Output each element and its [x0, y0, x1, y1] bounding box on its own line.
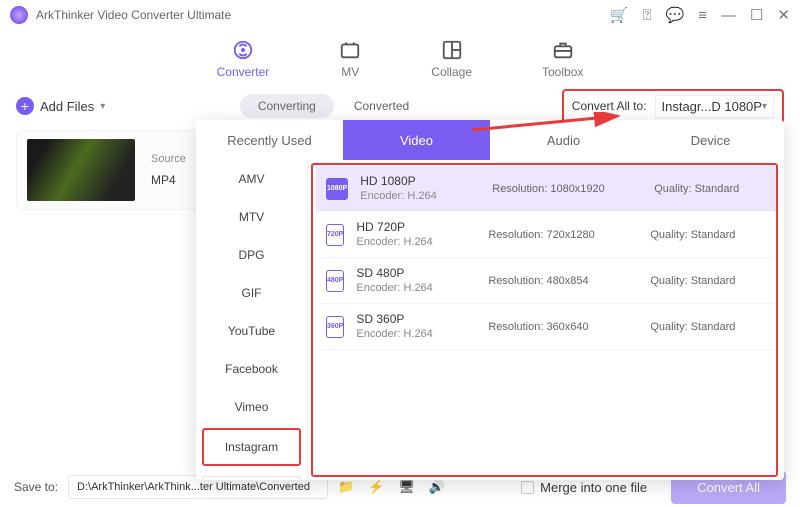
tab-toolbox[interactable]: Toolbox — [542, 39, 583, 79]
format-quality: Quality: Standard — [650, 229, 770, 241]
category-dpg[interactable]: DPG — [196, 236, 307, 274]
folder-icon[interactable]: 📁 — [338, 479, 354, 495]
chevron-down-icon: ▾ — [762, 101, 767, 112]
category-instagram[interactable]: Instagram — [202, 428, 301, 466]
format-text: HD 720PEncoder: H.264 — [356, 220, 476, 250]
checkbox-icon — [521, 481, 534, 494]
file-meta: Source MP4 — [151, 153, 186, 187]
category-gif[interactable]: GIF — [196, 274, 307, 312]
tab-collage-label: Collage — [431, 65, 472, 79]
category-mtv[interactable]: MTV — [196, 198, 307, 236]
format-icon: 360P — [326, 316, 344, 338]
tab-collage[interactable]: Collage — [431, 39, 472, 79]
tab-mv-label: MV — [341, 65, 359, 79]
bottom-mini-icons: 📁 ⚡ 🖥 🔊 — [338, 479, 445, 495]
minimize-icon[interactable]: — — [721, 8, 736, 23]
app-logo-icon — [10, 6, 28, 24]
convert-all-label: Convert All to: — [572, 99, 647, 113]
category-facebook[interactable]: Facebook — [196, 350, 307, 388]
tab-converter[interactable]: Converter — [217, 39, 270, 79]
title-bar: ArkThinker Video Converter Ultimate 🛒 ⍰ … — [0, 0, 800, 30]
format-resolution: Resolution: 720x1280 — [488, 229, 638, 241]
status-toggle: Converting Converted — [240, 94, 427, 118]
key-icon[interactable]: ⍰ — [643, 8, 652, 23]
category-amv[interactable]: AMV — [196, 160, 307, 198]
close-icon[interactable]: ✕ — [777, 8, 790, 23]
format-text: SD 480PEncoder: H.264 — [356, 266, 476, 296]
format-option[interactable]: 360P SD 360PEncoder: H.264 Resolution: 360… — [316, 304, 776, 350]
converted-pill[interactable]: Converted — [336, 94, 427, 118]
mv-icon — [339, 39, 361, 61]
converter-icon — [232, 39, 254, 61]
search-input[interactable]: Search — [202, 476, 301, 480]
format-resolution: Resolution: 480x854 — [488, 275, 638, 287]
thumbnail — [27, 139, 135, 201]
format-panel: 1080P HD 1080PEncoder: H.264 Resolution: 1… — [308, 160, 784, 480]
source-label: Source — [151, 153, 186, 165]
add-files-label: Add Files — [40, 99, 94, 114]
converting-pill[interactable]: Converting — [240, 94, 334, 118]
feedback-icon[interactable]: 💬 — [666, 8, 685, 23]
category-list[interactable]: AMVMTVDPGGIFYouTubeFacebookVimeoInstagra… — [196, 160, 308, 480]
format-option[interactable]: 1080P HD 1080PEncoder: H.264 Resolution: 1… — [316, 166, 776, 212]
format-option[interactable]: 480P SD 480PEncoder: H.264 Resolution: 480… — [316, 258, 776, 304]
format-quality: Quality: Standard — [654, 183, 774, 195]
plus-icon: + — [16, 97, 34, 115]
category-vimeo[interactable]: Vimeo — [196, 388, 307, 426]
gpu-icon[interactable]: 🖥 — [398, 479, 415, 495]
popup-tab-video[interactable]: Video — [343, 120, 490, 160]
format-text: SD 360PEncoder: H.264 — [356, 312, 476, 342]
popup-tab-device[interactable]: Device — [637, 120, 784, 160]
menu-icon[interactable]: ≡ — [698, 8, 707, 23]
add-files-button[interactable]: + Add Files ▾ — [16, 97, 105, 115]
main-tabs: Converter MV Collage Toolbox — [0, 30, 800, 88]
convert-all-value: Instagr...D 1080P ▾ — [655, 95, 774, 118]
source-value: MP4 — [151, 173, 186, 187]
tab-converter-label: Converter — [217, 65, 270, 79]
tab-mv[interactable]: MV — [339, 39, 361, 79]
format-popup: Recently Used Video Audio Device AMVMTVD… — [196, 120, 784, 480]
toolbox-icon — [552, 39, 574, 61]
merge-label: Merge into one file — [540, 480, 647, 495]
tab-toolbox-label: Toolbox — [542, 65, 583, 79]
chevron-down-icon: ▾ — [100, 101, 105, 112]
category-youtube[interactable]: YouTube — [196, 312, 307, 350]
cart-icon[interactable]: 🛒 — [610, 8, 629, 23]
toolbar: + Add Files ▾ Converting Converted Conve… — [0, 88, 800, 124]
format-option[interactable]: 720P HD 720PEncoder: H.264 Resolution: 720… — [316, 212, 776, 258]
format-resolution: Resolution: 1080x1920 — [492, 183, 642, 195]
format-quality: Quality: Standard — [650, 275, 770, 287]
convert-all-value-text: Instagr...D 1080P — [662, 99, 762, 114]
format-resolution: Resolution: 360x640 — [488, 321, 638, 333]
format-icon: 1080P — [326, 178, 348, 200]
popup-tab-audio[interactable]: Audio — [490, 120, 637, 160]
maximize-icon[interactable]: ☐ — [750, 8, 763, 23]
window-controls: 🛒 ⍰ 💬 ≡ — ☐ ✕ — [610, 8, 790, 23]
format-list: 1080P HD 1080PEncoder: H.264 Resolution: 1… — [316, 166, 776, 474]
format-icon: 720P — [326, 224, 344, 246]
format-icon: 480P — [326, 270, 344, 292]
save-to-label: Save to: — [14, 480, 58, 494]
convert-all-dropdown[interactable]: Convert All to: Instagr...D 1080P ▾ — [562, 89, 784, 124]
high-speed-icon[interactable]: ⚡ — [368, 479, 384, 495]
popup-tab-recent[interactable]: Recently Used — [196, 120, 343, 160]
app-title: ArkThinker Video Converter Ultimate — [36, 8, 610, 22]
format-quality: Quality: Standard — [650, 321, 770, 333]
popup-tabs: Recently Used Video Audio Device — [196, 120, 784, 160]
merge-checkbox[interactable]: Merge into one file — [521, 480, 647, 495]
collage-icon — [441, 39, 463, 61]
sound-icon[interactable]: 🔊 — [429, 479, 445, 495]
popup-body: AMVMTVDPGGIFYouTubeFacebookVimeoInstagra… — [196, 160, 784, 480]
format-text: HD 1080PEncoder: H.264 — [360, 174, 480, 204]
